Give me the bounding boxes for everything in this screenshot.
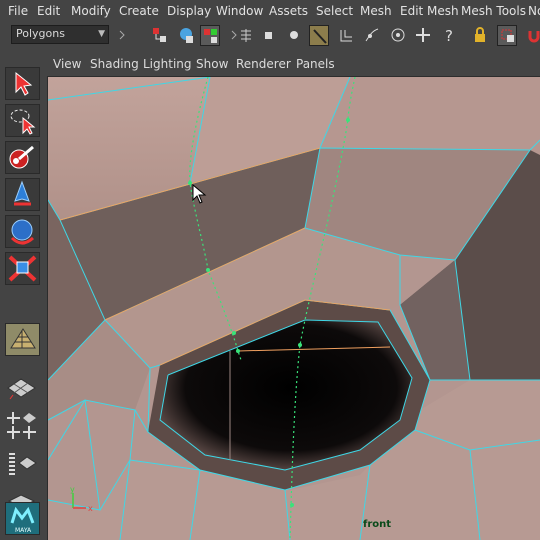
- four-view-layout-icon[interactable]: [5, 410, 40, 443]
- persp-outliner-layout-icon[interactable]: [5, 485, 40, 508]
- snap-view-icon[interactable]: [388, 25, 408, 46]
- snap-circle-icon[interactable]: [284, 25, 304, 46]
- panel-menu-show[interactable]: Show: [196, 57, 228, 71]
- toolbox: MAYA: [0, 50, 48, 540]
- menu-mesh-tools[interactable]: Mesh Tools: [461, 4, 526, 18]
- select-hierarchy-icon[interactable]: [150, 25, 170, 46]
- menu-display[interactable]: Display: [167, 4, 211, 18]
- magnet-icon[interactable]: [524, 25, 540, 46]
- select-component-icon[interactable]: [200, 25, 220, 46]
- menu-mesh[interactable]: Mesh: [360, 4, 392, 18]
- menu-file[interactable]: File: [8, 4, 28, 18]
- last-tool-icon[interactable]: [5, 323, 40, 356]
- mesh-canvas[interactable]: y x: [48, 77, 540, 540]
- panel-menu-shading[interactable]: Shading: [90, 57, 139, 71]
- panel-menu-bar: View Shading Lighting Show Renderer Pane…: [47, 50, 540, 77]
- outliner-layout-icon[interactable]: [5, 448, 40, 481]
- panel-menu-panels[interactable]: Panels: [296, 57, 335, 71]
- menu-assets[interactable]: Assets: [269, 4, 308, 18]
- select-box-icon[interactable]: [497, 25, 517, 46]
- snap-square-icon[interactable]: [259, 25, 279, 46]
- chevron-right-icon[interactable]: [112, 25, 125, 46]
- svg-text:y: y: [70, 485, 75, 494]
- lock-icon[interactable]: [470, 25, 490, 46]
- rotate-tool-icon[interactable]: [5, 215, 40, 248]
- panel-menu-renderer[interactable]: Renderer: [236, 57, 291, 71]
- help-question-icon[interactable]: ?: [439, 25, 459, 46]
- single-perspective-layout-icon[interactable]: [5, 373, 40, 406]
- main-menu-bar: File Edit Modify Create Display Window A…: [0, 0, 540, 23]
- move-cross-icon[interactable]: [413, 25, 433, 46]
- lasso-select-icon[interactable]: [5, 104, 40, 137]
- move-tool-icon[interactable]: [5, 178, 40, 211]
- chevron-down-icon: ▼: [98, 29, 105, 39]
- svg-text:?: ?: [445, 27, 453, 45]
- menu-modify[interactable]: Modify: [71, 4, 111, 18]
- snap-grid-icon[interactable]: [236, 25, 256, 46]
- svg-text:x: x: [88, 504, 93, 513]
- status-line: Polygons ▼ ?: [0, 22, 540, 51]
- select-object-icon[interactable]: [176, 25, 196, 46]
- panel-menu-lighting[interactable]: Lighting: [143, 57, 192, 71]
- menu-edit-mesh[interactable]: Edit Mesh: [400, 4, 459, 18]
- viewport-panel[interactable]: y x front: [48, 77, 540, 540]
- menu-select[interactable]: Select: [316, 4, 353, 18]
- maya-logo-icon[interactable]: MAYA: [5, 502, 40, 535]
- menu-set-value: Polygons: [16, 27, 65, 40]
- menu-overflow[interactable]: No: [528, 4, 540, 18]
- snap-line-icon[interactable]: [362, 25, 382, 46]
- panel-menu-view[interactable]: View: [53, 57, 81, 71]
- chevron-right-icon[interactable]: [224, 25, 237, 46]
- scale-tool-icon[interactable]: [5, 252, 40, 285]
- menu-window[interactable]: Window: [216, 4, 263, 18]
- snap-curve-icon[interactable]: [309, 25, 329, 46]
- menu-set-selector[interactable]: Polygons ▼: [11, 25, 109, 44]
- snap-point-icon[interactable]: [336, 25, 356, 46]
- camera-name-label: front: [363, 519, 392, 530]
- paint-select-icon[interactable]: [5, 141, 40, 174]
- maya-logo-text: MAYA: [15, 527, 32, 534]
- menu-create[interactable]: Create: [119, 4, 159, 18]
- select-arrow-icon[interactable]: [5, 67, 40, 100]
- menu-edit[interactable]: Edit: [37, 4, 60, 18]
